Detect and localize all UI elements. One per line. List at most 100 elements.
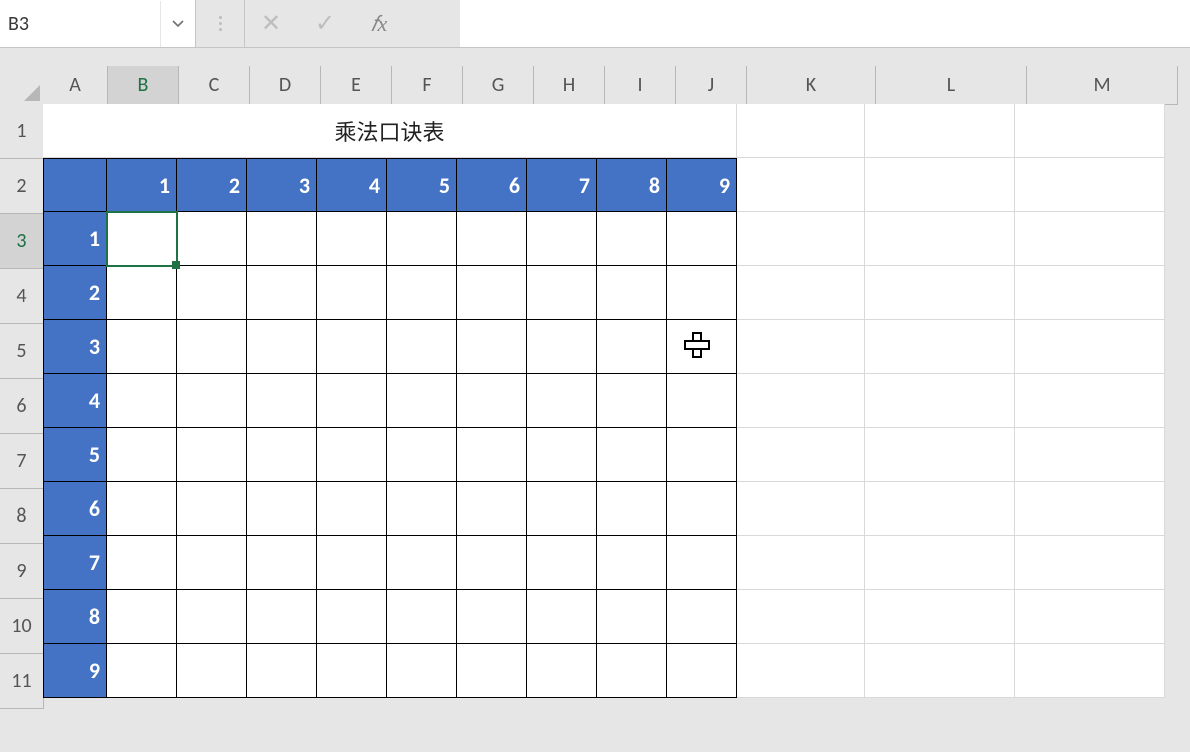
table-cell-B5[interactable]: [107, 320, 177, 374]
table-cell-B8[interactable]: [107, 482, 177, 536]
table-cell-B11[interactable]: [107, 644, 177, 698]
table-cell-I9[interactable]: [597, 536, 667, 590]
cell-K4[interactable]: [737, 266, 865, 320]
table-cell-J5[interactable]: [667, 320, 737, 374]
column-header-M[interactable]: M: [1027, 66, 1178, 105]
table-cell-D10[interactable]: [247, 590, 317, 644]
cell-L2[interactable]: [865, 158, 1015, 212]
cell-M5[interactable]: [1015, 320, 1165, 374]
table-cell-J4[interactable]: [667, 266, 737, 320]
cell-K8[interactable]: [737, 482, 865, 536]
cell-L1[interactable]: [865, 104, 1015, 158]
row-header-10[interactable]: 10: [0, 599, 44, 654]
row-header-cell-3[interactable]: 3: [43, 320, 107, 374]
column-header-E[interactable]: E: [321, 66, 392, 105]
table-cell-J3[interactable]: [667, 212, 737, 266]
table-cell-H3[interactable]: [527, 212, 597, 266]
col-header-cell-3[interactable]: 3: [247, 158, 317, 212]
cell-M4[interactable]: [1015, 266, 1165, 320]
column-header-J[interactable]: J: [676, 66, 747, 105]
table-cell-I11[interactable]: [597, 644, 667, 698]
table-cell-I7[interactable]: [597, 428, 667, 482]
table-cell-C3[interactable]: [177, 212, 247, 266]
column-header-G[interactable]: G: [463, 66, 534, 105]
table-cell-H8[interactable]: [527, 482, 597, 536]
table-cell-J10[interactable]: [667, 590, 737, 644]
table-cell-C7[interactable]: [177, 428, 247, 482]
table-cell-G5[interactable]: [457, 320, 527, 374]
table-cell-G7[interactable]: [457, 428, 527, 482]
table-cell-D3[interactable]: [247, 212, 317, 266]
col-header-cell-2[interactable]: 2: [177, 158, 247, 212]
table-cell-B4[interactable]: [107, 266, 177, 320]
table-cell-J11[interactable]: [667, 644, 737, 698]
table-cell-D11[interactable]: [247, 644, 317, 698]
table-cell-D6[interactable]: [247, 374, 317, 428]
table-cell-J7[interactable]: [667, 428, 737, 482]
cell-L10[interactable]: [865, 590, 1015, 644]
name-box[interactable]: B3: [0, 0, 196, 48]
formula-bar-expand[interactable]: [196, 0, 245, 48]
table-cell-B3[interactable]: [107, 212, 177, 266]
title-cell[interactable]: 乘法口诀表: [43, 104, 737, 158]
table-cell-E8[interactable]: [317, 482, 387, 536]
select-all-corner[interactable]: [0, 66, 44, 105]
column-header-C[interactable]: C: [179, 66, 250, 105]
table-cell-E5[interactable]: [317, 320, 387, 374]
cell-L6[interactable]: [865, 374, 1015, 428]
row-header-8[interactable]: 8: [0, 489, 44, 544]
table-cell-F4[interactable]: [387, 266, 457, 320]
column-header-I[interactable]: I: [605, 66, 676, 105]
row-header-cell-6[interactable]: 6: [43, 482, 107, 536]
row-header-cell-7[interactable]: 7: [43, 536, 107, 590]
table-cell-I5[interactable]: [597, 320, 667, 374]
table-cell-E4[interactable]: [317, 266, 387, 320]
cell-K11[interactable]: [737, 644, 865, 698]
row-header-cell-5[interactable]: 5: [43, 428, 107, 482]
cell-K1[interactable]: [737, 104, 865, 158]
table-cell-B10[interactable]: [107, 590, 177, 644]
cell-M11[interactable]: [1015, 644, 1165, 698]
cell-K2[interactable]: [737, 158, 865, 212]
table-cell-F11[interactable]: [387, 644, 457, 698]
table-cell-G10[interactable]: [457, 590, 527, 644]
table-cell-F5[interactable]: [387, 320, 457, 374]
col-header-cell-5[interactable]: 5: [387, 158, 457, 212]
table-cell-H7[interactable]: [527, 428, 597, 482]
col-header-cell-8[interactable]: 8: [597, 158, 667, 212]
row-header-5[interactable]: 5: [0, 324, 44, 379]
table-cell-D8[interactable]: [247, 482, 317, 536]
column-header-B[interactable]: B: [108, 66, 179, 106]
cell-M10[interactable]: [1015, 590, 1165, 644]
column-header-A[interactable]: A: [43, 66, 108, 105]
insert-function-button[interactable]: 𝑓x: [352, 0, 406, 47]
cell-M2[interactable]: [1015, 158, 1165, 212]
table-cell-C11[interactable]: [177, 644, 247, 698]
row-header-cell-2[interactable]: 2: [43, 266, 107, 320]
cell-K7[interactable]: [737, 428, 865, 482]
table-cell-F3[interactable]: [387, 212, 457, 266]
table-cell-I3[interactable]: [597, 212, 667, 266]
table-cell-D5[interactable]: [247, 320, 317, 374]
table-cell-E10[interactable]: [317, 590, 387, 644]
row-header-1[interactable]: 1: [0, 104, 44, 159]
table-cell-D9[interactable]: [247, 536, 317, 590]
table-cell-F10[interactable]: [387, 590, 457, 644]
row-header-cell-9[interactable]: 9: [43, 644, 107, 698]
col-header-cell-7[interactable]: 7: [527, 158, 597, 212]
table-cell-B9[interactable]: [107, 536, 177, 590]
name-box-dropdown-icon[interactable]: [160, 1, 195, 47]
table-cell-H10[interactable]: [527, 590, 597, 644]
table-cell-J8[interactable]: [667, 482, 737, 536]
table-cell-I8[interactable]: [597, 482, 667, 536]
enter-button[interactable]: ✓: [298, 0, 352, 47]
cell-L7[interactable]: [865, 428, 1015, 482]
col-header-cell-6[interactable]: 6: [457, 158, 527, 212]
column-header-H[interactable]: H: [534, 66, 605, 105]
formula-input[interactable]: [460, 0, 1190, 48]
table-cell-G6[interactable]: [457, 374, 527, 428]
table-cell-D7[interactable]: [247, 428, 317, 482]
table-cell-C6[interactable]: [177, 374, 247, 428]
table-cell-J6[interactable]: [667, 374, 737, 428]
column-header-L[interactable]: L: [876, 66, 1027, 105]
